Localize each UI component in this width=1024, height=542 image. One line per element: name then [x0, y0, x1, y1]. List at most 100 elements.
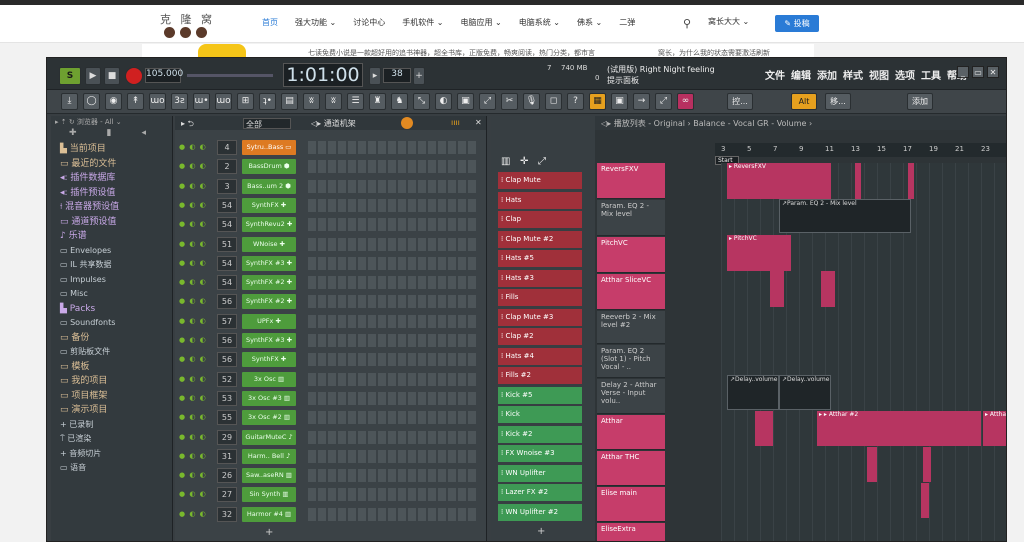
pattern-item[interactable]: ⁞ Hats #3 — [498, 269, 582, 287]
rack-menu-icon[interactable]: ▸ ⮌ — [181, 118, 194, 132]
step-sequencer[interactable] — [308, 198, 478, 212]
mixer-track-number[interactable]: 54 — [217, 275, 237, 291]
browser-item[interactable]: ▭ 备份 — [51, 331, 172, 346]
clip-atthar-2[interactable]: ▸ ▸ Atthar #2 — [817, 411, 981, 446]
browser-item[interactable]: + 音频切片 — [51, 447, 172, 462]
mixer-track-number[interactable]: 26 — [217, 468, 237, 484]
track-header[interactable]: Atthar — [597, 415, 665, 450]
tool-icon-27[interactable]: ⤢ — [655, 93, 672, 110]
nav-item-4[interactable]: 电脑应用 ⌄ — [461, 17, 502, 33]
tool-icon-25[interactable]: ▣ — [611, 93, 628, 110]
clip-reversfxv-3[interactable] — [908, 163, 914, 199]
tool-icon-28[interactable]: ∞ — [677, 93, 694, 110]
channel-controls[interactable]: ● ◐ ◐ — [179, 317, 219, 326]
channel-row[interactable]: ● ◐ ◐ 56 SynthFX #3 ✚ — [175, 331, 487, 350]
channel-row[interactable]: ● ◐ ◐ 26 Saw..aseRN ▥ — [175, 466, 487, 485]
step-sequencer[interactable] — [308, 411, 478, 425]
mixer-track-number[interactable]: 4 — [217, 140, 237, 155]
mixer-track-number[interactable]: 52 — [217, 371, 237, 387]
clip-reversfxv-2[interactable] — [855, 163, 861, 199]
step-sequencer[interactable] — [308, 218, 478, 232]
mixer-track-number[interactable]: 54 — [217, 197, 237, 213]
step-sequencer[interactable] — [308, 295, 478, 309]
mixer-track-number[interactable]: 57 — [217, 313, 237, 329]
step-sequencer[interactable] — [308, 430, 478, 444]
tool-icon-10[interactable]: ▤ — [281, 93, 298, 110]
channel-controls[interactable]: ● ◐ ◐ — [179, 143, 219, 152]
tool-icon-18[interactable]: ▣ — [457, 93, 474, 110]
tool-icon-2[interactable]: ◉ — [105, 93, 122, 110]
menu-item-3[interactable]: 样式 — [843, 67, 863, 82]
tool-label-0[interactable]: 控... — [727, 93, 753, 110]
channel-name-button[interactable]: Saw..aseRN ▥ — [242, 468, 296, 484]
play-button[interactable]: ▶ — [85, 67, 101, 85]
channel-name-button[interactable]: SynthFX #2 ✚ — [242, 275, 296, 291]
clip-atthar-slice-2[interactable] — [821, 271, 835, 307]
pattern-item[interactable]: ⁞ Clap — [498, 211, 582, 228]
browser-item[interactable]: ▭ Misc — [51, 287, 172, 302]
post-button[interactable]: ✎ 投稿 — [775, 15, 819, 32]
mixer-track-number[interactable]: 2 — [217, 159, 237, 175]
nav-item-7[interactable]: 二弹 — [619, 17, 635, 33]
track-header[interactable]: Delay 2 - Atthar Verse - Input volu.. — [597, 379, 665, 414]
channel-name-button[interactable]: 3x Osc #3 ▥ — [242, 390, 296, 406]
swing-knob[interactable] — [401, 117, 413, 129]
step-sequencer[interactable] — [308, 391, 478, 405]
clip-atthar-thc[interactable] — [867, 447, 877, 482]
piano-icon[interactable]: ▥ — [501, 156, 510, 167]
pattern-item[interactable]: ⁞ Kick #5 — [498, 386, 582, 404]
clip-atthar-slice[interactable] — [770, 271, 784, 307]
track-header[interactable]: ReversFXV — [597, 163, 665, 199]
tool-icon-22[interactable]: ◻ — [545, 93, 562, 110]
step-sequencer[interactable] — [308, 256, 478, 270]
channel-row[interactable]: ● ◐ ◐ 29 GuitarMuteC ♪ — [175, 428, 487, 447]
channel-name-button[interactable]: SynthFX ✚ — [242, 352, 296, 368]
channel-row[interactable]: ● ◐ ◐ 53 3x Osc #3 ▥ — [175, 389, 487, 408]
step-sequencer[interactable] — [308, 141, 478, 154]
channel-name-button[interactable]: GuitarMuteC ♪ — [242, 429, 296, 445]
browser-item[interactable]: ◂: 插件数据库 — [51, 171, 172, 186]
channel-controls[interactable]: ● ◐ ◐ — [179, 490, 219, 499]
step-sequencer[interactable] — [308, 179, 478, 193]
clip-atthar-2b[interactable]: ▸ Atthar #2 — [983, 411, 1006, 446]
browser-item[interactable]: ▭ 通道预设值 — [51, 215, 172, 230]
channel-controls[interactable]: ● ◐ ◐ — [179, 240, 219, 249]
step-sequencer[interactable] — [308, 160, 478, 174]
channel-controls[interactable]: ● ◐ ◐ — [179, 201, 219, 210]
clip-atthar-thc-2[interactable] — [923, 447, 931, 482]
pattern-item[interactable]: ⁞ Clap Mute — [498, 172, 582, 189]
browser-item[interactable]: ▭ IL 共享数据 — [51, 258, 172, 273]
channel-name-button[interactable]: Sytru..Bass ▭ — [242, 140, 296, 155]
tool-icon-26[interactable]: → — [633, 93, 650, 110]
track-header[interactable]: Atthar THC — [597, 451, 665, 486]
pattern-item[interactable]: ⁞ Fills — [498, 289, 582, 306]
pattern-item[interactable]: ⁞ Hats #4 — [498, 347, 582, 365]
tool-icon-4[interactable]: ɯo — [149, 93, 166, 110]
master-pitch-slider[interactable] — [187, 74, 273, 77]
channel-controls[interactable]: ● ◐ ◐ — [179, 182, 219, 191]
channel-controls[interactable]: ● ◐ ◐ — [179, 452, 219, 461]
channel-row[interactable]: ● ◐ ◐ 4 Sytru..Bass ▭ — [175, 138, 487, 157]
step-sequencer[interactable] — [308, 449, 478, 463]
mixer-track-number[interactable]: 53 — [217, 390, 237, 406]
browser-item[interactable]: ♪ 乐谱 — [51, 229, 172, 244]
channel-row[interactable]: ● ◐ ◐ 31 Harm.. Bell ♪ — [175, 447, 487, 466]
track-header[interactable]: Atthar SliceVC — [597, 274, 665, 310]
playlist-grid[interactable]: ▸ ReversFXV ↗Param. EQ 2 - Mix level ▸ P… — [721, 163, 1006, 541]
move-icon[interactable]: ✛ — [520, 156, 528, 167]
nav-item-6[interactable]: 佛系 ⌄ — [577, 17, 602, 33]
tool-icon-8[interactable]: ⊞ — [237, 93, 254, 110]
channel-controls[interactable]: ● ◐ ◐ — [179, 336, 219, 345]
channel-controls[interactable]: ● ◐ ◐ — [179, 394, 219, 403]
graph-icon[interactable]: ıııı — [451, 118, 460, 127]
pattern-item[interactable]: ⁞ Clap Mute #3 — [498, 308, 582, 326]
browser-item[interactable]: ▭ 最近的文件 — [51, 157, 172, 172]
pattern-item[interactable]: ⁞ WN Uplifter #2 — [498, 503, 582, 521]
nav-item-1[interactable]: 强大功能 ⌄ — [295, 17, 336, 33]
pattern-number[interactable]: 38 — [383, 68, 411, 83]
channel-name-button[interactable]: 3x Osc #2 ▥ — [242, 410, 296, 426]
browser-item[interactable]: ▭ 项目框架 — [51, 389, 172, 404]
tool-icon-3[interactable]: ↟ — [127, 93, 144, 110]
channel-name-button[interactable]: SynthFX ✚ — [242, 197, 296, 213]
channel-row[interactable]: ● ◐ ◐ 3 Bass..um 2 ⬢ — [175, 177, 487, 196]
